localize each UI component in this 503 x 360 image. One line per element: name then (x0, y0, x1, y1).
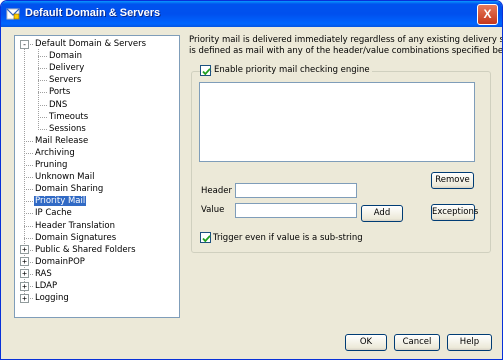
tree-item-label: DNS (49, 99, 68, 110)
expand-icon[interactable]: + (20, 257, 29, 267)
tree-item[interactable]: Public & Shared Folders (34, 244, 137, 256)
tree-connector (38, 92, 47, 94)
tree-item-label: Header Translation (35, 220, 115, 231)
tree-item[interactable]: Logging (34, 292, 70, 304)
substring-label[interactable]: Trigger even if value is a sub-string (213, 233, 363, 243)
value-input[interactable] (235, 203, 357, 218)
tree-item[interactable]: Archiving (34, 147, 76, 159)
tree-item-label: Sessions (49, 123, 86, 134)
tree-connector (24, 165, 33, 166)
enable-priority-mail-label[interactable]: Enable priority mail checking engine (212, 65, 372, 75)
tree-item-label: Mail Release (35, 135, 89, 146)
collapse-icon[interactable]: - (20, 39, 29, 49)
ok-button[interactable]: OK (345, 334, 387, 351)
title-bar[interactable]: Default Domain & Servers X (1, 1, 502, 27)
tree-item[interactable]: Timeouts (48, 111, 89, 123)
tree-connector (24, 189, 33, 191)
tree-item-label: Domain (49, 51, 82, 62)
tree-connector (38, 68, 47, 70)
tree-item[interactable]: RAS (34, 268, 53, 280)
tree-item[interactable]: IP Cache (34, 207, 73, 219)
tree-item-label: Unknown Mail (35, 172, 95, 183)
app-icon (6, 8, 20, 20)
tree-item-label: Timeouts (49, 111, 89, 122)
tree-connector (24, 152, 33, 154)
header-label: Header (201, 186, 232, 196)
tree-item[interactable]: Servers (48, 74, 82, 86)
remove-button[interactable]: Remove (431, 172, 474, 189)
tree-item-label: Default Domain & Servers (35, 39, 147, 49)
tree-connector (38, 80, 47, 82)
tree-connector (24, 177, 33, 179)
tree-item-label: Domain Signatures (35, 232, 117, 243)
tree-item-label: Priority Mail (34, 196, 87, 207)
dialog-window: Default Domain & Servers X Default Domai… (0, 0, 503, 360)
tree-item[interactable]: Mail Release (34, 135, 89, 147)
close-button[interactable]: X (477, 4, 498, 25)
description-line: Priority mail is delivered immediately r… (189, 35, 502, 45)
value-label: Value (201, 205, 225, 215)
tree-item-label: Logging (35, 293, 69, 304)
tree-connector (38, 116, 47, 118)
header-input[interactable] (235, 183, 357, 198)
checkmark-icon (202, 68, 211, 76)
enable-priority-mail-checkbox[interactable] (200, 65, 211, 76)
tree-item-label: LDAP (35, 281, 58, 291)
tree-item[interactable]: DNS (48, 99, 68, 111)
checkmark-icon (202, 235, 211, 243)
tree-item[interactable]: Domain Signatures (34, 232, 117, 244)
tree-item[interactable]: Unknown Mail (34, 171, 95, 183)
settings-tree[interactable]: Default Domain & Servers - Domain Delivery S… (14, 35, 180, 318)
help-button[interactable]: Help (447, 334, 492, 351)
tree-connector (24, 201, 33, 203)
add-button[interactable]: Add (361, 205, 403, 222)
tree-item[interactable]: Pruning (34, 159, 68, 171)
tree-connector (38, 56, 47, 58)
tree-connector (24, 213, 33, 215)
tree-item[interactable]: Priority Mail (34, 195, 87, 207)
expand-icon[interactable]: + (20, 269, 29, 279)
tree-item[interactable]: Sessions (48, 123, 87, 135)
cancel-button[interactable]: Cancel (394, 334, 440, 351)
description-line: is defined as mail with any of the heade… (189, 46, 503, 56)
tree-item-label: Archiving (35, 147, 75, 158)
tree-item-label: IP Cache (35, 208, 72, 219)
tree-item-label: Servers (49, 75, 82, 86)
exceptions-button[interactable]: Exceptions (431, 204, 478, 221)
tree-item-label: Pruning (35, 160, 68, 170)
close-icon: X (483, 7, 492, 21)
tree-item[interactable]: Delivery (48, 62, 85, 74)
tree-item-label: RAS (35, 268, 52, 279)
tree-item-label: DomainPOP (35, 256, 85, 267)
tree-connector (38, 128, 47, 130)
window-title: Default Domain & Servers (25, 7, 161, 19)
expand-icon[interactable]: + (20, 281, 29, 291)
expand-icon[interactable]: + (20, 293, 29, 303)
tree-item[interactable]: Default Domain & Servers (34, 38, 147, 50)
tree-connector (24, 140, 33, 142)
tree-connector (38, 104, 47, 106)
tree-item-label: Domain Sharing (35, 184, 104, 195)
substring-checkbox[interactable] (200, 232, 211, 243)
tree-item[interactable]: Header Translation (34, 220, 116, 232)
tree-item[interactable]: DomainPOP (34, 256, 86, 268)
tree-item-label: Public & Shared Folders (35, 244, 136, 255)
tree-connector (24, 225, 33, 227)
tree-item[interactable]: Domain Sharing (34, 183, 104, 195)
tree-connector (24, 237, 33, 239)
description-text: Priority mail is delivered immediately r… (189, 35, 503, 57)
tree-item[interactable]: Ports (48, 86, 71, 98)
tree-item[interactable]: LDAP (34, 280, 58, 292)
priority-rules-list[interactable] (199, 82, 475, 162)
expand-icon[interactable]: + (20, 245, 29, 255)
tree-item-label: Ports (49, 87, 71, 98)
tree-item-label: Delivery (49, 63, 85, 74)
tree-item[interactable]: Domain (48, 50, 83, 62)
tree-connector (38, 49, 39, 130)
